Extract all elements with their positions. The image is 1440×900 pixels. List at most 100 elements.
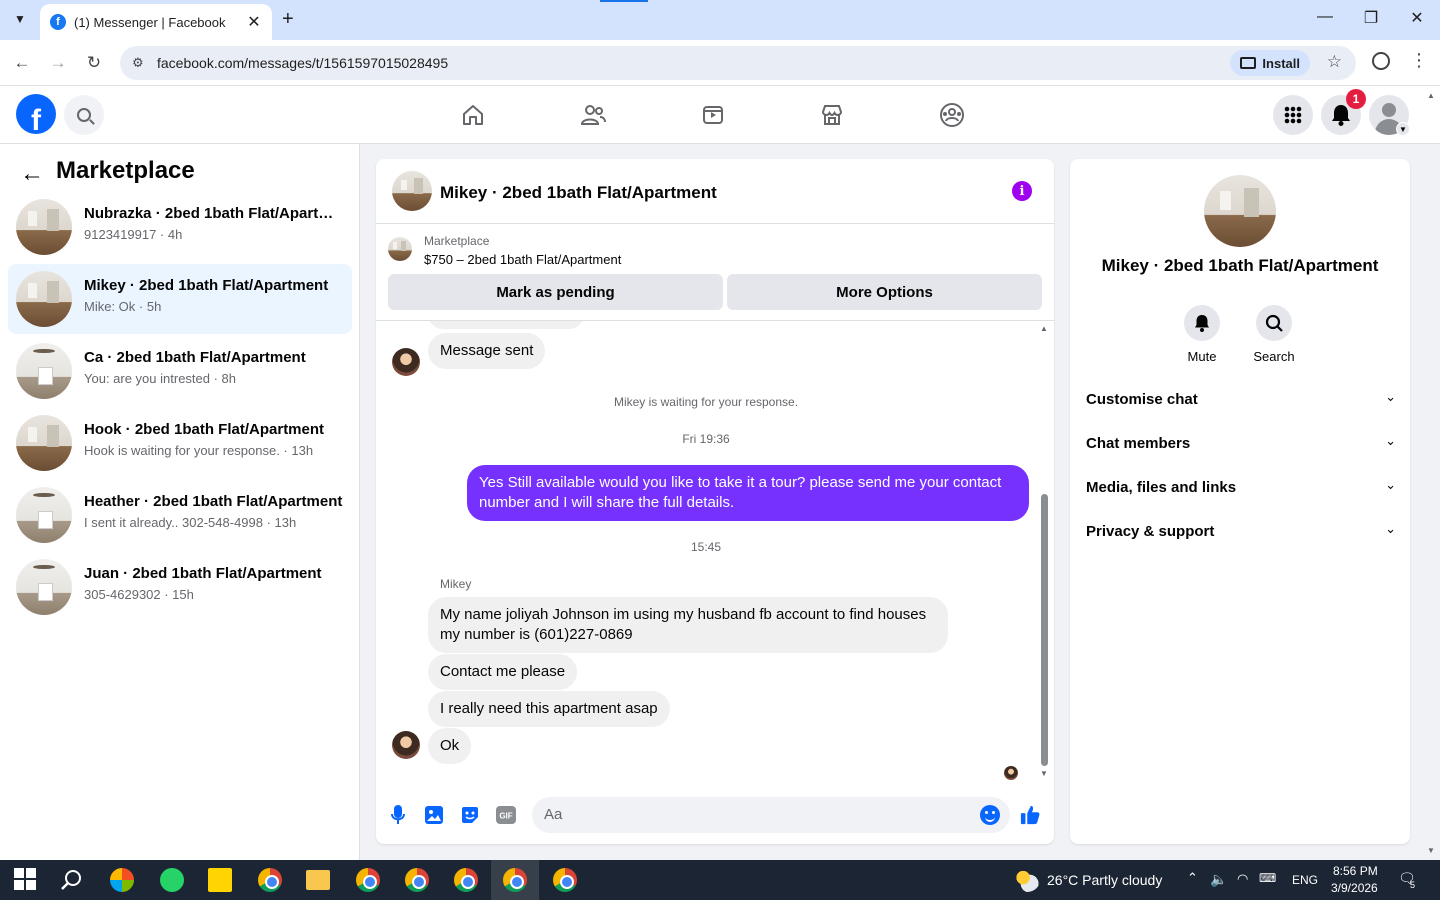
notification-badge: 1 [1346, 89, 1366, 109]
chrome-icon[interactable] [553, 868, 577, 892]
chrome-icon[interactable] [405, 868, 429, 892]
windows-start-icon[interactable] [14, 868, 38, 892]
site-info-icon[interactable]: ⚙ [132, 55, 144, 71]
clock-date[interactable]: 3/9/2026 [1331, 881, 1378, 895]
chrome-icon[interactable] [454, 868, 478, 892]
tab-close-icon[interactable]: ✕ [246, 12, 262, 32]
gif-icon[interactable]: GIF [496, 805, 516, 825]
menu-grid-button[interactable] [1273, 95, 1313, 135]
conversation-item[interactable]: Nubrazka · 2bed 1bath Flat/Apartment 912… [8, 192, 352, 262]
mute-button[interactable]: Mute [1172, 305, 1232, 364]
search-icon [1256, 305, 1292, 341]
facebook-logo-icon[interactable]: f [16, 94, 56, 134]
conversation-preview: 305-4629302 · 15h [84, 587, 194, 602]
details-name: Mikey · 2bed 1bath Flat/Apartment [1101, 256, 1379, 275]
keyboard-icon[interactable]: ⌨ [1259, 871, 1276, 885]
message-input[interactable]: Aa [532, 797, 1010, 833]
app-icon[interactable] [110, 868, 134, 892]
forward-arrow-icon[interactable]: → [47, 52, 69, 74]
conversation-item[interactable]: Juan · 2bed 1bath Flat/Apartment 305-462… [8, 552, 352, 622]
privacy-support-row[interactable]: Privacy & support ⌄ [1086, 517, 1396, 549]
groups-icon[interactable] [939, 102, 965, 128]
home-icon[interactable] [460, 102, 486, 128]
mark-as-pending-button[interactable]: Mark as pending [388, 274, 723, 310]
bookmark-star-icon[interactable]: ☆ [1327, 52, 1342, 72]
marketplace-icon[interactable] [819, 102, 845, 128]
browser-profile-icon[interactable] [1372, 52, 1390, 70]
listing-thumbnail [16, 559, 72, 615]
search-in-chat-button[interactable]: Search [1244, 305, 1304, 364]
address-bar[interactable]: ⚙ facebook.com/messages/t/15615970150284… [120, 46, 1356, 80]
file-explorer-icon[interactable] [306, 870, 330, 890]
message-list[interactable]: Message sent Mikey is waiting for your r… [376, 321, 1054, 786]
tab-search-chevron-icon[interactable]: ▼ [8, 7, 32, 31]
more-options-button[interactable]: More Options [727, 274, 1042, 310]
video-icon[interactable] [700, 102, 726, 128]
listing-thumbnail[interactable] [388, 237, 412, 261]
chrome-icon[interactable] [356, 868, 380, 892]
scroll-down-icon[interactable]: ▼ [1040, 769, 1048, 778]
chat-scrollbar-thumb[interactable] [1041, 494, 1048, 766]
new-tab-button[interactable]: + [282, 8, 294, 31]
whatsapp-icon[interactable] [160, 868, 184, 892]
marketplace-listing-box: Marketplace $750 – 2bed 1bath Flat/Apart… [376, 224, 1054, 321]
chat-members-row[interactable]: Chat members ⌄ [1086, 429, 1396, 461]
chat-header: Mikey · 2bed 1bath Flat/Apartment i [376, 159, 1054, 224]
listing-title[interactable]: $750 – 2bed 1bath Flat/Apartment [424, 252, 621, 267]
install-app-button[interactable]: Install [1230, 50, 1310, 76]
page-scroll-up-icon[interactable]: ▲ [1427, 91, 1435, 100]
restore-icon[interactable]: ❐ [1359, 8, 1383, 28]
browser-menu-icon[interactable]: ⋮ [1410, 50, 1428, 71]
account-chevron-icon[interactable]: ▼ [1396, 122, 1410, 136]
chevron-down-icon: ⌄ [1385, 477, 1396, 492]
like-thumbs-up-icon[interactable] [1020, 805, 1040, 825]
conversation-name: Nubrazka · 2bed 1bath Flat/Apartment [84, 205, 346, 222]
window-close-icon[interactable]: ✕ [1405, 8, 1429, 28]
microphone-icon[interactable] [388, 805, 408, 825]
weather-text[interactable]: 26°C Partly cloudy [1047, 872, 1162, 888]
show-hidden-icons-chevron-icon[interactable]: ⌃ [1187, 870, 1198, 886]
conversation-item-active[interactable]: Mikey · 2bed 1bath Flat/Apartment Mike: … [8, 264, 352, 334]
chat-avatar[interactable] [392, 171, 432, 211]
details-avatar[interactable] [1204, 175, 1276, 247]
chrome-icon[interactable] [258, 868, 282, 892]
sticky-notes-icon[interactable] [208, 868, 232, 892]
listing-thumbnail [16, 415, 72, 471]
page-scroll-down-icon[interactable]: ▼ [1427, 846, 1435, 855]
language-indicator[interactable]: ENG [1292, 873, 1318, 887]
scroll-up-icon[interactable]: ▲ [1040, 324, 1048, 333]
message-composer: GIF Aa [376, 786, 1054, 844]
sticker-icon[interactable] [460, 805, 480, 825]
mute-label: Mute [1187, 349, 1217, 364]
message-sent-bubble: Message sent [428, 333, 546, 369]
conversation-item[interactable]: Heather · 2bed 1bath Flat/Apartment I se… [8, 480, 352, 550]
photo-icon[interactable] [424, 805, 444, 825]
chevron-down-icon: ⌄ [1385, 433, 1396, 448]
clock-time[interactable]: 8:56 PM [1333, 864, 1378, 878]
sender-avatar[interactable] [392, 731, 420, 759]
minimize-icon[interactable]: — [1313, 8, 1337, 26]
conversation-name: Ca · 2bed 1bath Flat/Apartment [84, 349, 306, 366]
install-label: Install [1262, 55, 1300, 71]
conversation-item[interactable]: Ca · 2bed 1bath Flat/Apartment You: are … [8, 336, 352, 406]
weather-icon[interactable] [1014, 868, 1040, 892]
friends-icon[interactable] [580, 102, 606, 128]
emoji-icon[interactable] [980, 805, 1000, 825]
message-placeholder: Aa [544, 806, 563, 823]
volume-icon[interactable]: 🔈 [1210, 871, 1227, 888]
info-icon[interactable]: i [1012, 181, 1032, 201]
chat-title[interactable]: Mikey · 2bed 1bath Flat/Apartment [440, 183, 717, 203]
sender-avatar[interactable] [392, 348, 420, 376]
chrome-icon-active[interactable] [503, 868, 527, 892]
browser-tab[interactable]: f (1) Messenger | Facebook ✕ [40, 4, 272, 40]
back-arrow-icon[interactable]: ← [20, 160, 44, 188]
back-arrow-icon[interactable]: ← [11, 52, 33, 74]
media-files-links-row[interactable]: Media, files and links ⌄ [1086, 473, 1396, 505]
facebook-search-button[interactable] [64, 95, 104, 135]
customise-chat-row[interactable]: Customise chat ⌄ [1086, 385, 1396, 417]
taskbar-search-icon[interactable] [60, 868, 84, 892]
reload-icon[interactable]: ↻ [83, 52, 105, 74]
wifi-icon[interactable]: ◠ [1237, 871, 1248, 887]
conversation-item[interactable]: Hook · 2bed 1bath Flat/Apartment Hook is… [8, 408, 352, 478]
conversation-details-panel: Mikey · 2bed 1bath Flat/Apartment Mute S… [1070, 159, 1410, 844]
